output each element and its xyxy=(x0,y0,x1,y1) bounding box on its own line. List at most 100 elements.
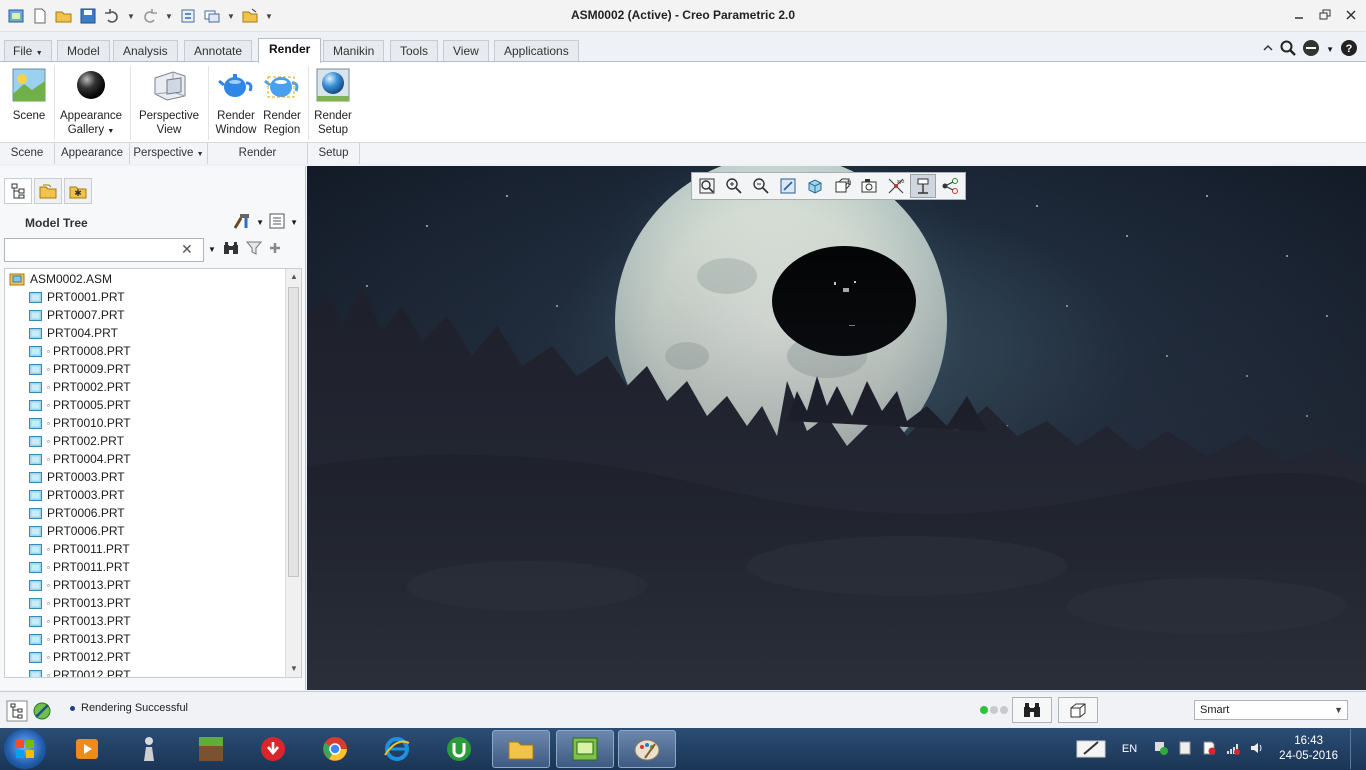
tree-item[interactable]: ▫ PRT0011.PRT xyxy=(29,558,130,576)
tab-view[interactable]: View xyxy=(443,40,489,62)
minimize-icon[interactable] xyxy=(1288,6,1310,24)
chevron-down-icon[interactable]: ▼ xyxy=(290,218,298,227)
tree-item[interactable]: ▫ PRT0002.PRT xyxy=(29,378,131,396)
taskbar-chess[interactable] xyxy=(120,730,178,768)
tree-item[interactable]: ▫ PRT0012.PRT xyxy=(29,648,131,666)
favorites-tab-icon[interactable]: ✱ xyxy=(64,178,92,204)
tree-item[interactable]: ▫ PRT0013.PRT xyxy=(29,576,131,594)
dropdown-icon[interactable]: ▼ xyxy=(1326,45,1334,54)
search-icon[interactable] xyxy=(1280,40,1296,59)
tree-item[interactable]: ▫ PRT0008.PRT xyxy=(29,342,131,360)
zoom-out-icon[interactable] xyxy=(748,174,774,198)
perspective-view-button[interactable]: Perspective View xyxy=(136,66,202,137)
tab-annotate[interactable]: Annotate xyxy=(184,40,253,62)
tab-model[interactable]: Model xyxy=(57,40,110,62)
restore-icon[interactable] xyxy=(1314,6,1336,24)
tree-item[interactable]: ▫ PRT0011.PRT xyxy=(29,540,130,558)
saved-orientations-icon[interactable]: AB xyxy=(829,174,855,198)
scroll-down-icon[interactable]: ▼ xyxy=(286,661,301,677)
navigator-toggle-icon[interactable] xyxy=(6,700,28,725)
repaint-icon[interactable] xyxy=(775,174,801,198)
tree-item[interactable]: PRT004.PRT xyxy=(29,324,118,342)
tree-item[interactable]: PRT0003.PRT xyxy=(29,468,125,486)
binoculars-icon[interactable] xyxy=(222,240,240,259)
tree-item[interactable]: PRT0001.PRT xyxy=(29,288,125,306)
tree-item[interactable]: ▫ PRT0005.PRT xyxy=(29,396,131,414)
refit-icon[interactable] xyxy=(694,174,720,198)
tab-manikin[interactable]: Manikin xyxy=(323,40,385,62)
tab-file[interactable]: File ▼ xyxy=(4,40,52,62)
taskbar-explorer[interactable] xyxy=(492,730,550,768)
tree-scrollbar[interactable]: ▲ ▼ xyxy=(285,269,301,677)
spin-center-icon[interactable] xyxy=(910,174,936,198)
view-manager-icon[interactable] xyxy=(856,174,882,198)
render-setup-button[interactable]: Render Setup xyxy=(312,66,354,137)
tree-item[interactable]: PRT0006.PRT xyxy=(29,522,125,540)
taskbar-downloader[interactable] xyxy=(244,730,302,768)
device-icon[interactable] xyxy=(1177,740,1193,759)
minimize-ribbon-icon[interactable] xyxy=(1262,42,1274,57)
taskbar-creo[interactable] xyxy=(556,730,614,768)
appearance-gallery-button[interactable]: Appearance Gallery ▼ xyxy=(58,66,124,139)
network-signal-icon[interactable] xyxy=(1225,740,1241,759)
community-icon[interactable] xyxy=(1302,39,1320,60)
clear-icon[interactable]: ✕ xyxy=(181,241,193,258)
graphics-area[interactable]: AB xyz xyxy=(307,166,1366,690)
tab-applications[interactable]: Applications xyxy=(494,40,579,62)
tab-tools[interactable]: Tools xyxy=(390,40,439,62)
scene-button[interactable]: Scene xyxy=(8,66,50,123)
zoom-in-icon[interactable] xyxy=(721,174,747,198)
render-region-button[interactable]: Render Region xyxy=(260,66,304,137)
tab-render[interactable]: Render xyxy=(258,38,322,63)
tab-analysis[interactable]: Analysis xyxy=(113,40,178,62)
tree-item[interactable]: ▫ PRT0009.PRT xyxy=(29,360,131,378)
find-button[interactable] xyxy=(1012,697,1052,723)
close-icon[interactable] xyxy=(1340,6,1362,24)
tree-item[interactable]: ▫ PRT0004.PRT xyxy=(29,450,131,468)
chevron-down-icon[interactable]: ▼ xyxy=(256,218,264,227)
taskbar-media-player[interactable] xyxy=(58,730,116,768)
show-icon[interactable] xyxy=(268,212,286,233)
tree-item[interactable]: ▫ PRT0013.PRT xyxy=(29,630,131,648)
pen-input-icon[interactable] xyxy=(1076,737,1106,762)
scroll-thumb[interactable] xyxy=(288,287,299,577)
action-center-icon[interactable] xyxy=(1201,740,1217,759)
tree-search-input[interactable] xyxy=(4,238,204,262)
tree-item[interactable]: ▫ PRT0012.PRT xyxy=(29,666,131,677)
taskbar-paint[interactable] xyxy=(618,730,676,768)
show-desktop-button[interactable] xyxy=(1350,729,1360,769)
tree-item[interactable]: PRT0006.PRT xyxy=(29,504,125,522)
folder-browser-tab-icon[interactable] xyxy=(34,178,62,204)
group-perspective-label[interactable]: Perspective ▼ xyxy=(130,143,208,164)
chevron-down-icon[interactable]: ▼ xyxy=(208,245,216,254)
taskbar-utorrent[interactable] xyxy=(430,730,488,768)
tree-root[interactable]: ASM0002.ASM xyxy=(9,270,112,288)
annotation-display-icon[interactable] xyxy=(937,174,963,198)
taskbar-minecraft[interactable] xyxy=(182,730,240,768)
security-icon[interactable] xyxy=(1153,740,1169,759)
add-icon[interactable] xyxy=(268,241,282,258)
model-tree-tab-icon[interactable] xyxy=(4,178,32,204)
tree-item[interactable]: ▫ PRT0010.PRT xyxy=(29,414,131,432)
clock[interactable]: 16:43 24-05-2016 xyxy=(1279,734,1338,764)
selection-box-button[interactable] xyxy=(1058,697,1098,723)
browser-toggle-icon[interactable] xyxy=(32,701,52,724)
tree-item[interactable]: PRT0003.PRT xyxy=(29,486,125,504)
start-button[interactable] xyxy=(4,729,46,769)
language-indicator[interactable]: EN xyxy=(1122,743,1137,755)
filter-icon[interactable] xyxy=(245,240,262,259)
taskbar-chrome[interactable] xyxy=(306,730,364,768)
tree-item[interactable]: ▫ PRT0013.PRT xyxy=(29,612,131,630)
scroll-up-icon[interactable]: ▲ xyxy=(286,269,301,285)
tree-item[interactable]: ▫ PRT0013.PRT xyxy=(29,594,131,612)
settings-tools-icon[interactable] xyxy=(232,212,252,233)
taskbar-internet-explorer[interactable] xyxy=(368,730,426,768)
regeneration-status-icon[interactable] xyxy=(980,706,1008,714)
tree-item[interactable]: ▫ PRT002.PRT xyxy=(29,432,124,450)
help-icon[interactable]: ? xyxy=(1340,39,1358,60)
selection-filter-select[interactable]: Smart ▼ xyxy=(1194,700,1348,720)
display-style-icon[interactable] xyxy=(802,174,828,198)
tree-item[interactable]: PRT0007.PRT xyxy=(29,306,125,324)
render-window-button[interactable]: Render Window xyxy=(212,66,260,137)
volume-icon[interactable] xyxy=(1249,740,1265,759)
